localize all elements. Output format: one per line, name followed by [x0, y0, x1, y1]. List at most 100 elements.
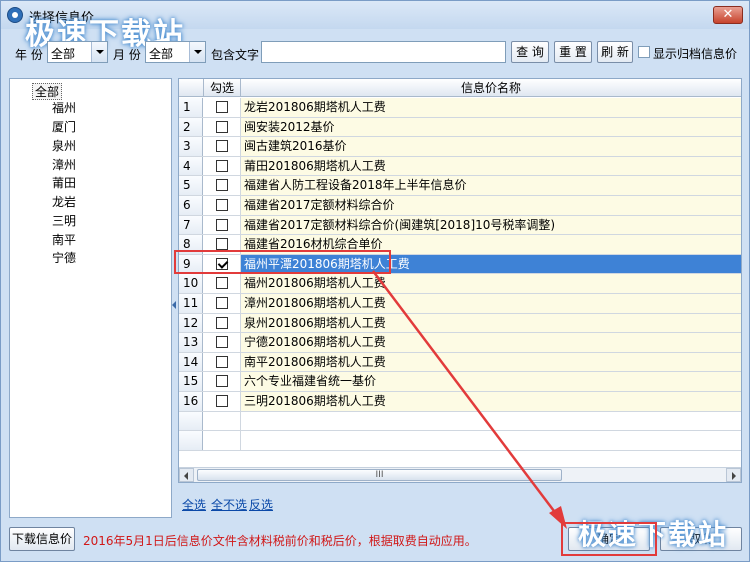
scroll-left-icon[interactable]: [179, 468, 194, 482]
price-info-name[interactable]: 福建省人防工程设备2018年上半年信息价: [241, 176, 741, 195]
show-archived-checkbox[interactable]: [638, 46, 650, 58]
row-checkbox[interactable]: [216, 159, 228, 172]
refresh-button[interactable]: 刷 新: [597, 41, 633, 63]
row-number: 15: [179, 372, 203, 391]
scroll-thumb[interactable]: III: [197, 469, 562, 481]
contains-text-input[interactable]: [261, 41, 506, 63]
row-number: 14: [179, 352, 203, 372]
row-checkbox[interactable]: [216, 257, 228, 270]
tree-item-zhangzhou[interactable]: 漳州: [52, 157, 76, 174]
region-tree: 全部 福州 厦门 泉州 漳州 莆田 龙岩 三明 南平 宁德: [9, 78, 172, 518]
select-price-info-dialog: 选择信息价 ✕ 极速下载站 年 份 全部 月 份 全部 包含文字 查 询 重 置…: [0, 0, 750, 562]
row-checkbox[interactable]: [216, 355, 228, 368]
row-checkbox[interactable]: [216, 336, 228, 349]
scroll-right-icon[interactable]: [726, 468, 741, 482]
cancel-button[interactable]: 取消: [660, 527, 742, 551]
row-check-cell: [204, 156, 241, 176]
price-info-name[interactable]: 闽安装2012基价: [241, 117, 741, 137]
close-button[interactable]: ✕: [713, 6, 743, 24]
table-row[interactable]: 10 福州201806期塔机人工费: [179, 274, 741, 294]
row-checkbox[interactable]: [216, 316, 228, 329]
row-checkbox[interactable]: [216, 297, 228, 309]
price-info-name[interactable]: 福州201806期塔机人工费: [241, 274, 741, 293]
row-checkbox[interactable]: [216, 101, 228, 113]
row-checkbox[interactable]: [216, 140, 228, 153]
table-row[interactable]: 14 南平201806期塔机人工费: [179, 352, 741, 373]
price-info-name[interactable]: 福建省2017定额材料综合价(闽建筑[2018]10号税率调整): [241, 215, 741, 235]
tree-item-sanming[interactable]: 三明: [52, 213, 76, 230]
row-check-cell: [204, 274, 241, 293]
horizontal-scrollbar[interactable]: III: [179, 467, 741, 482]
table-row[interactable]: 16 三明201806期塔机人工费: [179, 392, 741, 412]
row-check-cell: [204, 235, 241, 254]
table-row[interactable]: 5 福建省人防工程设备2018年上半年信息价: [179, 176, 741, 196]
select-all-link[interactable]: 全选: [182, 496, 206, 513]
price-info-name[interactable]: 福建省2017定额材料综合价: [241, 196, 741, 215]
name-column-header[interactable]: 信息价名称: [241, 79, 741, 97]
price-info-name[interactable]: 漳州201806期塔机人工费: [241, 294, 741, 313]
price-info-name[interactable]: 三明201806期塔机人工费: [241, 392, 741, 411]
row-check-cell: [204, 117, 241, 137]
row-checkbox[interactable]: [216, 238, 228, 251]
tree-item-fuzhou[interactable]: 福州: [52, 100, 76, 117]
price-info-grid: 勾选 信息价名称 1 龙岩201806期塔机人工费 2 闽安装2012基价 3 闽古建筑2…: [178, 78, 742, 483]
tree-item-longyan[interactable]: 龙岩: [52, 194, 76, 211]
query-button[interactable]: 查 询: [511, 41, 549, 63]
empty-row: [179, 431, 741, 451]
chevron-down-icon[interactable]: [189, 42, 205, 62]
price-info-name[interactable]: 莆田201806期塔机人工费: [241, 156, 741, 176]
price-info-name[interactable]: 福州平潭201806期塔机人工费: [241, 254, 741, 274]
tree-item-all[interactable]: 全部: [32, 83, 63, 100]
price-info-name[interactable]: 福建省2016材机综合单价: [241, 235, 741, 254]
select-none-link[interactable]: 全不选: [211, 496, 247, 513]
table-row[interactable]: 3 闽古建筑2016基价: [179, 137, 741, 157]
price-info-name[interactable]: 宁德201806期塔机人工费: [241, 333, 741, 352]
row-number: 8: [179, 235, 203, 254]
check-column-header[interactable]: 勾选: [204, 79, 241, 97]
row-checkbox[interactable]: [216, 120, 228, 133]
table-row[interactable]: 2 闽安装2012基价: [179, 117, 741, 138]
row-checkbox[interactable]: [216, 277, 228, 290]
download-price-info-button[interactable]: 下载信息价: [9, 527, 75, 551]
price-info-name[interactable]: 闽古建筑2016基价: [241, 137, 741, 156]
row-checkbox[interactable]: [216, 218, 228, 231]
table-row[interactable]: 8 福建省2016材机综合单价: [179, 235, 741, 255]
tree-item-nanping[interactable]: 南平: [52, 232, 76, 249]
row-checkbox[interactable]: [216, 395, 228, 407]
price-info-name[interactable]: 龙岩201806期塔机人工费: [241, 98, 741, 117]
table-row[interactable]: 12 泉州201806期塔机人工费: [179, 313, 741, 334]
tree-item-xiamen[interactable]: 厦门: [52, 119, 76, 136]
row-number: 3: [179, 137, 203, 156]
table-row[interactable]: 1 龙岩201806期塔机人工费: [179, 98, 741, 118]
row-checkbox[interactable]: [216, 179, 228, 192]
row-check-cell: [204, 176, 241, 195]
table-row[interactable]: 9 福州平潭201806期塔机人工费: [179, 254, 741, 275]
row-number: [179, 411, 203, 431]
row-number: 4: [179, 156, 203, 176]
table-row[interactable]: 15 六个专业福建省统一基价: [179, 372, 741, 392]
year-select[interactable]: 全部: [47, 41, 108, 63]
table-row[interactable]: 13 宁德201806期塔机人工费: [179, 333, 741, 353]
title-bar[interactable]: 选择信息价 ✕: [1, 1, 749, 29]
row-checkbox[interactable]: [216, 199, 228, 211]
price-info-name[interactable]: 六个专业福建省统一基价: [241, 372, 741, 391]
table-row[interactable]: 4 莆田201806期塔机人工费: [179, 156, 741, 177]
tree-item-putian[interactable]: 莆田: [52, 175, 76, 192]
table-row[interactable]: 6 福建省2017定额材料综合价: [179, 196, 741, 216]
confirm-button[interactable]: 确定: [568, 527, 650, 551]
app-icon: [7, 7, 23, 23]
tree-item-ningde[interactable]: 宁德: [52, 250, 76, 267]
month-select[interactable]: 全部: [145, 41, 206, 63]
invert-selection-link[interactable]: 反选: [249, 496, 273, 513]
price-info-name[interactable]: 泉州201806期塔机人工费: [241, 313, 741, 333]
table-row[interactable]: 7 福建省2017定额材料综合价(闽建筑[2018]10号税率调整): [179, 215, 741, 236]
table-row[interactable]: 11 漳州201806期塔机人工费: [179, 294, 741, 314]
tax-notice: 2016年5月1日后信息价文件含材料税前价和税后价，根据取费自动应用。: [83, 534, 477, 548]
price-info-name[interactable]: 南平201806期塔机人工费: [241, 352, 741, 372]
panel-splitter[interactable]: [172, 291, 176, 321]
reset-button[interactable]: 重 置: [554, 41, 592, 63]
show-archived-label[interactable]: 显示归档信息价: [653, 45, 737, 62]
row-checkbox[interactable]: [216, 375, 228, 388]
tree-item-quanzhou[interactable]: 泉州: [52, 138, 76, 155]
chevron-down-icon[interactable]: [91, 42, 107, 62]
